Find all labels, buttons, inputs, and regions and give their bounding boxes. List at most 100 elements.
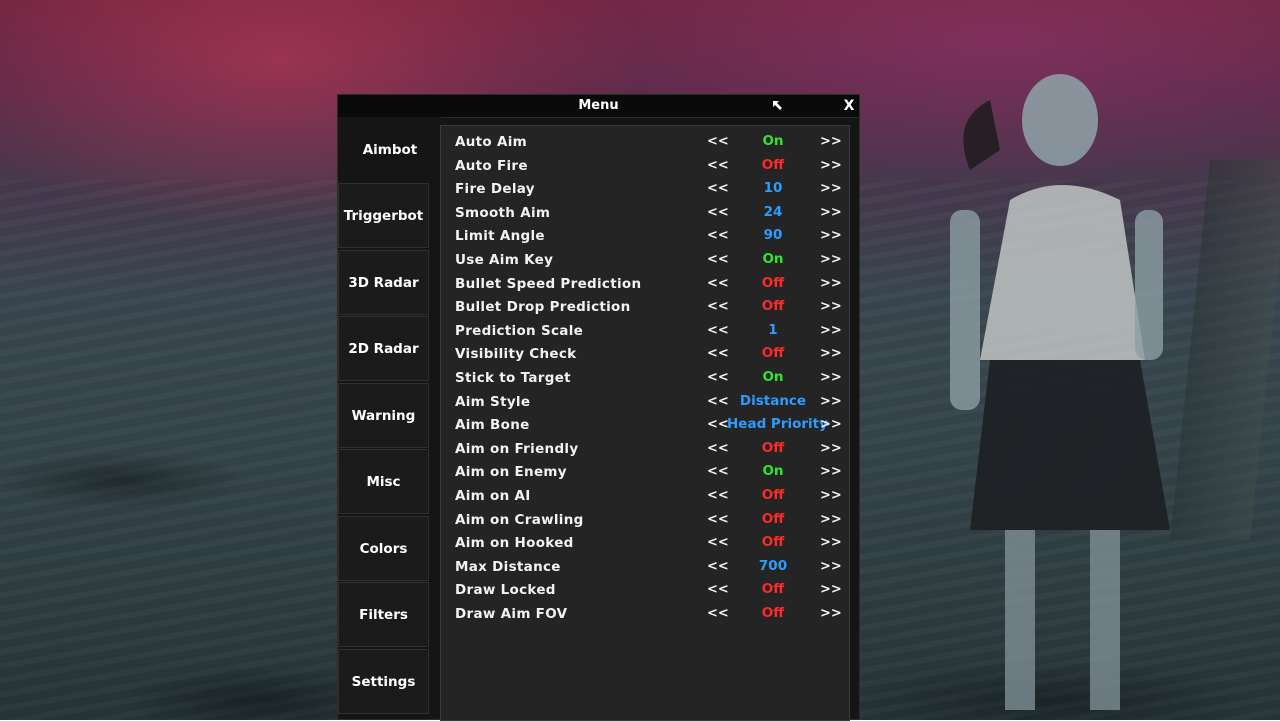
option-row: Draw Aim FOV << Off >>: [441, 603, 849, 626]
decrease-button[interactable]: <<: [707, 320, 729, 343]
sidebar-item-aimbot[interactable]: Aimbot: [338, 117, 441, 182]
sidebar-item-2d-radar[interactable]: 2D Radar: [338, 316, 429, 381]
option-label: Auto Fire: [455, 157, 528, 174]
option-value: Off: [761, 534, 785, 551]
option-row: Prediction Scale << 1 >>: [441, 320, 849, 343]
decrease-button[interactable]: <<: [707, 343, 729, 366]
decrease-button[interactable]: <<: [707, 438, 729, 461]
option-label: Bullet Speed Prediction: [455, 275, 642, 292]
option-label: Aim Style: [455, 393, 531, 410]
decrease-button[interactable]: <<: [707, 178, 729, 201]
decrease-button[interactable]: <<: [707, 485, 729, 508]
resize-arrow-icon[interactable]: [771, 99, 785, 113]
increase-button[interactable]: >>: [820, 579, 842, 602]
option-row: Aim Bone << Head Priority >>: [441, 414, 849, 437]
option-row: Bullet Speed Prediction << Off >>: [441, 273, 849, 296]
option-row: Use Aim Key << On >>: [441, 249, 849, 272]
option-value: On: [762, 133, 784, 149]
sidebar-item-misc[interactable]: Misc: [338, 449, 429, 514]
increase-button[interactable]: >>: [820, 603, 842, 626]
increase-button[interactable]: >>: [820, 509, 842, 532]
option-value: 1: [768, 321, 778, 338]
decrease-button[interactable]: <<: [707, 249, 729, 272]
decrease-button[interactable]: <<: [707, 155, 729, 178]
decrease-button[interactable]: <<: [707, 131, 729, 154]
decrease-button[interactable]: <<: [707, 579, 729, 602]
decrease-button[interactable]: <<: [707, 509, 729, 532]
increase-button[interactable]: >>: [820, 391, 842, 414]
option-label: Use Aim Key: [455, 252, 554, 268]
character-figure: [950, 74, 1170, 710]
decrease-button[interactable]: <<: [707, 556, 729, 579]
increase-button[interactable]: >>: [820, 414, 842, 437]
increase-button[interactable]: >>: [820, 155, 842, 178]
option-row: Aim on Friendly << Off >>: [441, 438, 849, 461]
option-label: Aim on Hooked: [455, 535, 574, 552]
close-button[interactable]: X: [840, 95, 858, 117]
increase-button[interactable]: >>: [820, 131, 842, 154]
option-row: Limit Angle << 90 >>: [441, 225, 849, 248]
option-label: Draw Aim FOV: [455, 606, 568, 622]
option-value: Off: [761, 487, 785, 503]
sidebar-item-warning[interactable]: Warning: [338, 383, 429, 448]
option-label: Bullet Drop Prediction: [455, 299, 631, 316]
title-bar[interactable]: Menu X: [338, 95, 859, 118]
option-label: Aim on AI: [455, 488, 531, 504]
decrease-button[interactable]: <<: [707, 296, 729, 319]
option-label: Aim on Crawling: [455, 511, 584, 528]
decrease-button[interactable]: <<: [707, 225, 729, 248]
increase-button[interactable]: >>: [820, 343, 842, 366]
increase-button[interactable]: >>: [820, 367, 842, 390]
decrease-button[interactable]: <<: [707, 391, 729, 414]
sidebar-item-filters[interactable]: Filters: [338, 582, 429, 647]
option-row: Draw Locked << Off >>: [441, 579, 849, 602]
option-value: Off: [761, 298, 785, 315]
decrease-button[interactable]: <<: [707, 367, 729, 390]
sidebar-item-triggerbot[interactable]: Triggerbot: [338, 183, 429, 248]
increase-button[interactable]: >>: [820, 438, 842, 461]
option-row: Aim Style << Distance >>: [441, 391, 849, 414]
decrease-button[interactable]: <<: [707, 414, 729, 437]
decrease-button[interactable]: <<: [707, 603, 729, 626]
option-row: Auto Aim << On >>: [441, 131, 849, 154]
option-row: Aim on AI << Off >>: [441, 485, 849, 508]
option-label: Fire Delay: [455, 181, 535, 198]
option-label: Draw Locked: [455, 582, 556, 599]
option-value: Off: [761, 581, 785, 598]
increase-button[interactable]: >>: [820, 225, 842, 248]
option-value: Off: [761, 156, 785, 173]
option-row: Aim on Crawling << Off >>: [441, 509, 849, 532]
decrease-button[interactable]: <<: [707, 461, 729, 484]
sidebar-item-settings[interactable]: Settings: [338, 649, 429, 714]
increase-button[interactable]: >>: [820, 485, 842, 508]
option-value: Distance: [739, 392, 807, 409]
increase-button[interactable]: >>: [820, 556, 842, 579]
sidebar-item-colors[interactable]: Colors: [338, 516, 429, 581]
option-value: 24: [763, 203, 783, 220]
option-value: Off: [761, 510, 785, 527]
option-label: Max Distance: [455, 558, 561, 575]
increase-button[interactable]: >>: [820, 178, 842, 201]
increase-button[interactable]: >>: [820, 461, 842, 484]
options-panel: Auto Aim << On >> Auto Fire << Off >> Fire Delay…: [440, 125, 850, 721]
option-value: 10: [763, 180, 783, 197]
decrease-button[interactable]: <<: [707, 532, 729, 555]
sidebar: Aimbot Triggerbot 3D Radar 2D Radar Warn…: [338, 117, 441, 721]
sidebar-item-3d-radar[interactable]: 3D Radar: [338, 250, 429, 315]
option-value: Off: [761, 439, 785, 456]
option-label: Limit Angle: [455, 228, 545, 245]
decrease-button[interactable]: <<: [707, 202, 729, 225]
option-label: Smooth Aim: [455, 204, 551, 221]
option-label: Auto Aim: [455, 134, 528, 150]
increase-button[interactable]: >>: [820, 249, 842, 272]
increase-button[interactable]: >>: [820, 296, 842, 319]
option-value: On: [762, 251, 784, 267]
decrease-button[interactable]: <<: [707, 273, 729, 296]
increase-button[interactable]: >>: [820, 320, 842, 343]
option-value: Off: [761, 605, 785, 621]
increase-button[interactable]: >>: [820, 202, 842, 225]
increase-button[interactable]: >>: [820, 273, 842, 296]
option-label: Stick to Target: [455, 370, 571, 386]
option-value: On: [762, 369, 784, 385]
increase-button[interactable]: >>: [820, 532, 842, 555]
